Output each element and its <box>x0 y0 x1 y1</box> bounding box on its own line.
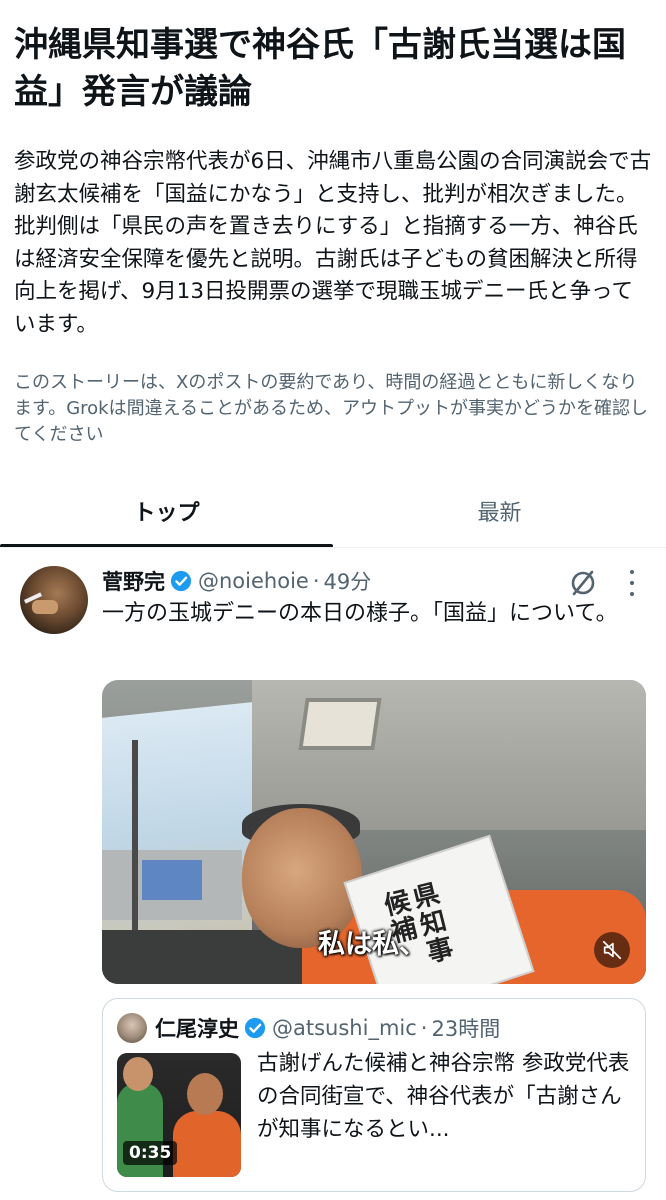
post-author-avatar[interactable] <box>20 566 88 634</box>
quote-video-thumbnail[interactable]: 0:35 <box>117 1053 241 1177</box>
post-timestamp[interactable]: 49分 <box>324 566 372 596</box>
post-author-name[interactable]: 菅野完 <box>102 566 165 596</box>
video-duration-badge: 0:35 <box>123 1141 178 1165</box>
quote-header: 仁尾淳史 @atsushi_mic · 23時間 <box>155 1011 500 1045</box>
tabs-divider <box>0 547 666 548</box>
mute-button[interactable] <box>594 932 630 968</box>
more-options-icon[interactable] <box>624 570 640 596</box>
video-dome-light <box>298 698 382 750</box>
grok-icon[interactable] <box>568 568 598 598</box>
more-dot <box>630 570 634 574</box>
quote-separator: · <box>420 1016 428 1040</box>
avatar-hand <box>32 600 58 614</box>
thumb-person-orange-head <box>187 1073 223 1115</box>
post-separator: · <box>312 569 320 593</box>
story-tabs: トップ 最新 <box>0 478 666 548</box>
post-author-handle[interactable]: @noiehoie <box>198 569 309 593</box>
video-caption: 私は私、 <box>318 929 426 960</box>
post-header: 菅野完 @noiehoie · 49分 <box>102 564 371 598</box>
verified-badge-icon <box>170 570 192 592</box>
more-dot <box>630 581 634 585</box>
quote-timestamp[interactable]: 23時間 <box>431 1013 500 1043</box>
thumb-person-green-head <box>123 1057 153 1091</box>
quoted-post[interactable]: 仁尾淳史 @atsushi_mic · 23時間 0:35 古謝げんた候補と神谷… <box>102 998 646 1192</box>
more-dot <box>630 592 634 596</box>
thumb-person-orange <box>173 1111 241 1177</box>
quote-author-handle[interactable]: @atsushi_mic <box>272 1016 417 1040</box>
speaker-muted-icon <box>602 940 622 960</box>
video-pole <box>132 740 138 940</box>
post-text: 一方の玉城デニーの本日の様子。「国益」について。 <box>102 601 618 626</box>
tab-latest[interactable]: 最新 <box>333 478 666 544</box>
quote-author-name[interactable]: 仁尾淳史 <box>155 1013 239 1043</box>
quote-author-avatar[interactable] <box>117 1013 147 1043</box>
verified-badge-icon <box>244 1017 266 1039</box>
story-summary: 参政党の神谷宗幣代表が6日、沖縄市八重島公園の合同演説会で古謝玄太候補を「国益に… <box>14 149 652 337</box>
quote-text: 古謝げんた候補と神谷宗幣 参政党代表の合同街宣で、神谷代表が「古謝さんが知事にな… <box>257 1051 630 1142</box>
story-disclaimer: このストーリーは、Xのポストの要約であり、時間の経過とともに新しくなります。Gr… <box>14 372 649 445</box>
video-building-sign <box>142 860 202 900</box>
post-video[interactable]: 県知事候補 私は私、 <box>102 680 646 984</box>
story-headline: 沖縄県知事選で神谷氏「古謝氏当選は国益」発言が議論 <box>14 25 626 112</box>
tab-top[interactable]: トップ <box>0 478 333 544</box>
